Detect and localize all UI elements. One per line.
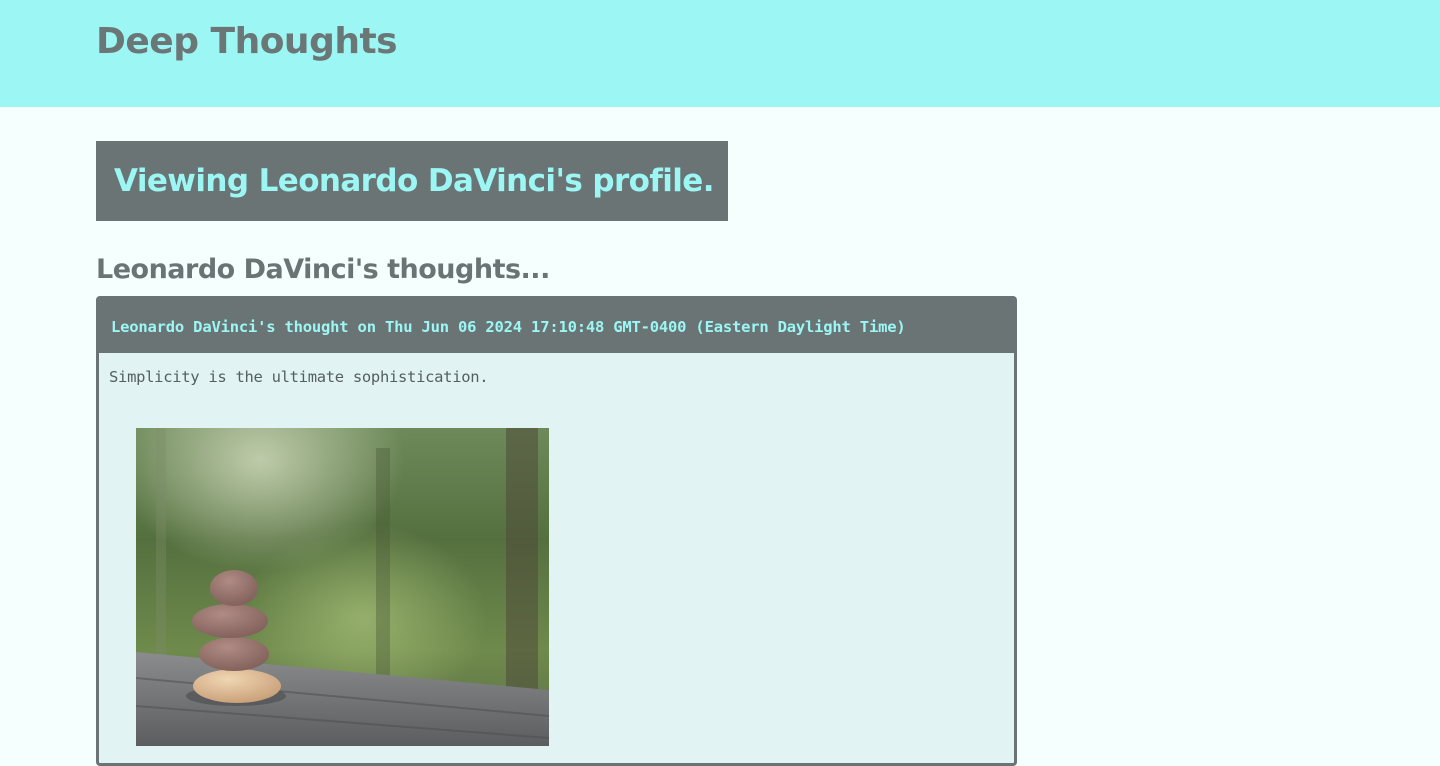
profile-banner: Viewing Leonardo DaVinci's profile. xyxy=(96,141,728,221)
thought-text: Simplicity is the ultimate sophisticatio… xyxy=(109,368,489,386)
thought-card: Leonardo DaVinci's thought on Thu Jun 06… xyxy=(96,296,1017,766)
site-header: Deep Thoughts xyxy=(0,0,1440,107)
profile-banner-heading: Viewing Leonardo DaVinci's profile. xyxy=(114,163,715,199)
thought-card-header: Leonardo DaVinci's thought on Thu Jun 06… xyxy=(99,299,1014,353)
thought-image xyxy=(136,428,549,746)
thought-author-link[interactable]: Leonardo DaVinci's thought on Thu Jun 06… xyxy=(111,318,906,336)
stacked-stones-photo xyxy=(136,428,549,746)
thoughts-heading: Leonardo DaVinci's thoughts... xyxy=(96,254,550,285)
site-title-link[interactable]: Deep Thoughts xyxy=(96,20,398,64)
